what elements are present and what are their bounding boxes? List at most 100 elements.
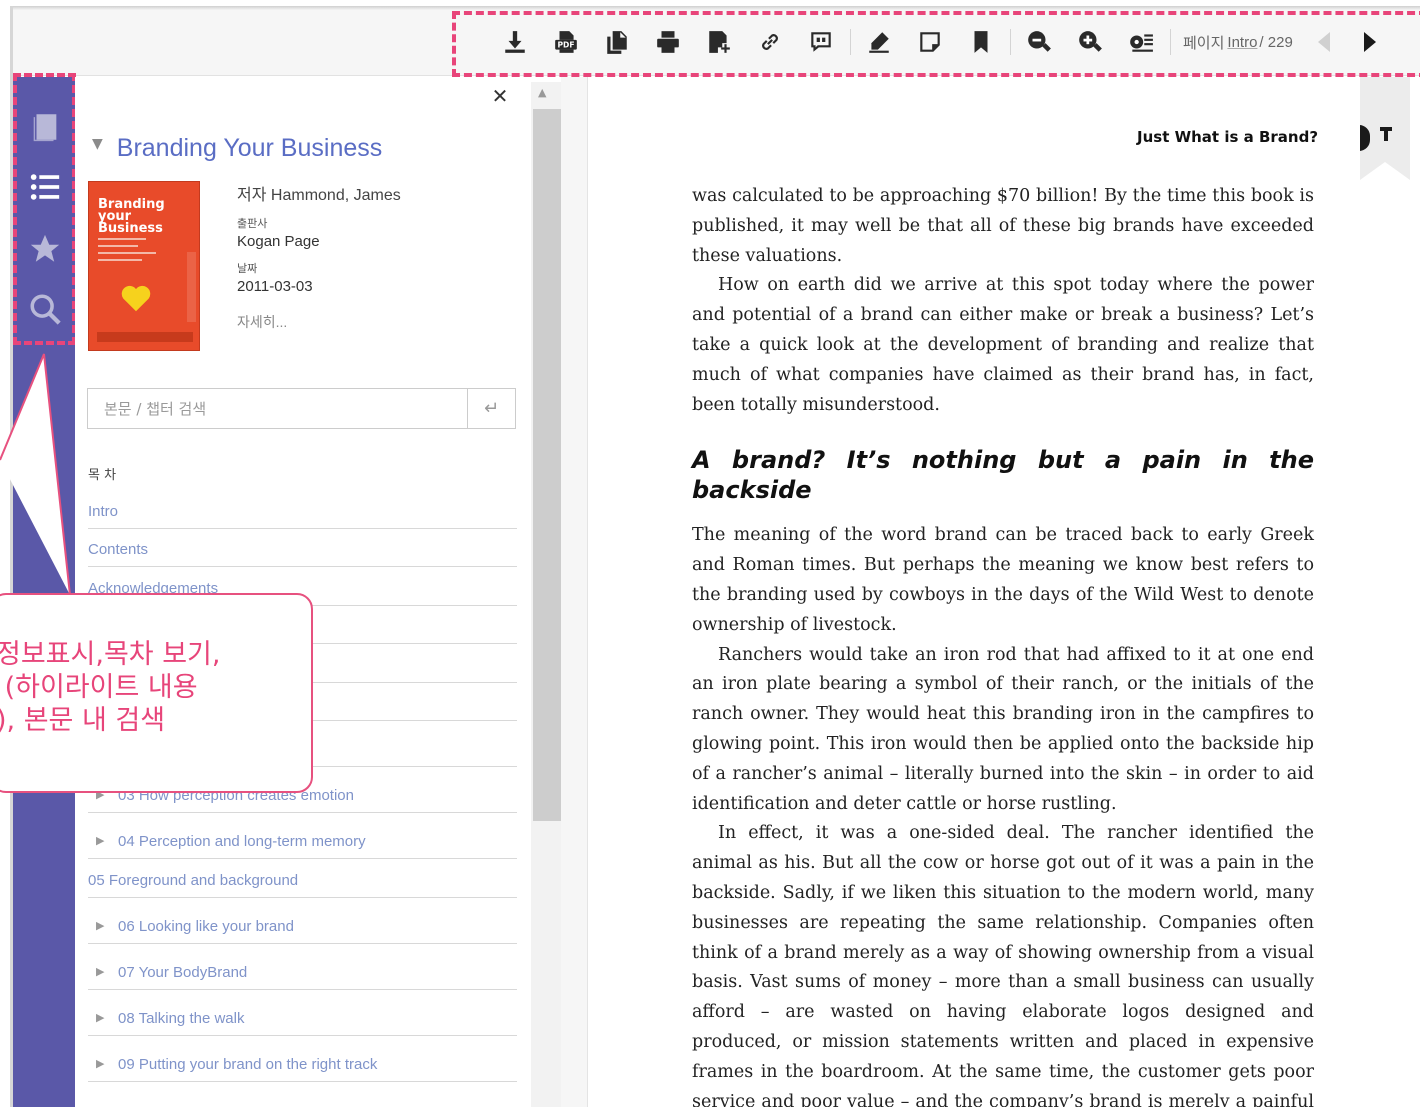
publisher: Kogan Page <box>237 233 320 250</box>
toc-item-label: 09 Putting your brand on the right track <box>118 1055 378 1073</box>
toc-item[interactable]: Intro <box>88 490 517 529</box>
add-note-icon <box>709 31 730 53</box>
enter-icon: ↵ <box>483 398 500 419</box>
expand-icon[interactable]: ▶ <box>96 1057 105 1070</box>
book-title: Branding Your Business <box>116 134 383 162</box>
zoom-out-button[interactable] <box>1019 24 1059 60</box>
quote-button[interactable] <box>801 24 841 60</box>
reader-toolbar: PDF 페이지 Intro / 229 <box>495 24 1389 60</box>
expand-icon[interactable]: ▶ <box>96 1011 105 1024</box>
print-icon <box>657 31 679 53</box>
copy-button[interactable] <box>597 24 637 60</box>
previous-page-button[interactable] <box>1305 24 1343 60</box>
toc-item[interactable]: ▶ 08 Talking the walk <box>88 990 517 1036</box>
zoom-in-button[interactable] <box>1070 24 1110 60</box>
page-total: / 229 <box>1259 33 1293 51</box>
section-heading: A brand? It’s nothing but a pain in the … <box>692 446 1314 505</box>
expand-icon[interactable]: ▶ <box>96 834 105 847</box>
pdf-button[interactable]: PDF <box>546 24 586 60</box>
search-panel-button[interactable] <box>25 289 65 329</box>
zoom-out-icon <box>1028 31 1051 52</box>
cover-footer <box>97 332 193 342</box>
page-indicator[interactable]: 페이지 Intro / 229 <box>1183 32 1293 53</box>
book-title-row[interactable]: ▼ Branding Your Business <box>92 134 382 163</box>
search-icon <box>30 294 61 325</box>
details-link[interactable]: 자세히... <box>237 312 401 332</box>
next-page-button[interactable] <box>1351 24 1389 60</box>
bookmark-icon <box>974 31 988 53</box>
favorites-button[interactable] <box>25 229 65 269</box>
toc-item[interactable]: ▶ 04 Perception and long-term memory <box>88 813 517 859</box>
paragraph: Ranchers would take an iron rod that had… <box>692 644 1314 814</box>
svg-text:PDF: PDF <box>557 40 574 49</box>
running-head: Just What is a Brand? <box>1137 128 1319 146</box>
toc-item[interactable]: ▶ 07 Your BodyBrand <box>88 944 517 990</box>
date-label: 날짜 <box>237 263 258 275</box>
book-meta: 저자 Hammond, James 출판사 Kogan Page 날짜 2011… <box>237 181 401 332</box>
paragraph: was calculated to be approaching $70 bil… <box>692 186 1314 266</box>
toc-item[interactable]: Contents <box>88 529 517 567</box>
paragraph: In effect, it was a one-sided deal. The … <box>692 823 1314 1107</box>
highlight-button[interactable] <box>859 24 899 60</box>
toc-item-label: 05 Foreground and background <box>88 871 299 889</box>
toc-item-label: Contents <box>88 541 149 558</box>
toc-item-label: 07 Your BodyBrand <box>118 963 248 981</box>
author: 저자 Hammond, James <box>237 187 401 204</box>
toc-item[interactable]: ▶ 09 Putting your brand on the right trac… <box>88 1036 517 1082</box>
cover-title: Branding your Business <box>98 197 165 236</box>
expand-icon[interactable]: ▶ <box>96 965 105 978</box>
publish-date: 2011-03-03 <box>237 278 313 295</box>
toolbar-separator <box>1010 29 1011 55</box>
memo-button[interactable] <box>910 24 950 60</box>
toc-button[interactable] <box>25 167 65 207</box>
toc-heading: 목 차 <box>88 468 117 483</box>
star-icon <box>30 234 60 262</box>
zoom-in-icon <box>1079 31 1102 52</box>
triangle-left-icon <box>1317 32 1330 52</box>
page-label: 페이지 <box>1183 34 1225 52</box>
cover-spine <box>187 252 196 322</box>
toolbar-separator <box>850 29 851 55</box>
search-submit-button[interactable]: ↵ <box>467 389 515 428</box>
copy-icon <box>607 31 627 54</box>
memo-icon <box>920 32 940 52</box>
add-note-button[interactable] <box>699 24 739 60</box>
book-cover: Branding your Business <box>88 181 200 351</box>
expand-icon[interactable]: ▶ <box>96 919 105 932</box>
view-settings-icon <box>1130 34 1153 52</box>
callout-pointer <box>0 353 71 596</box>
pdf-icon: PDF <box>555 31 577 53</box>
toc-item[interactable]: 05 Foreground and background <box>88 859 517 898</box>
heart-icon <box>121 285 151 312</box>
callout-text: 정보표시,목차 보기, (하이라이트 내용 ), 본문 내 검색 <box>0 639 221 736</box>
scroll-up-icon[interactable]: ▲ <box>538 86 546 99</box>
download-button[interactable] <box>495 24 535 60</box>
toc-item[interactable]: ▶ 06 Looking like your brand <box>88 898 517 944</box>
link-icon <box>762 34 778 50</box>
caret-down-icon: ▼ <box>92 135 103 152</box>
book-info-icon <box>33 114 57 142</box>
quote-icon <box>811 32 831 52</box>
paragraph: The meaning of the word brand can be tra… <box>692 525 1314 635</box>
close-icon: ✕ <box>491 84 509 108</box>
scrollbar-thumb[interactable] <box>533 109 561 821</box>
cover-lines <box>98 238 156 266</box>
link-button[interactable] <box>750 24 790 60</box>
page-gutter <box>561 77 588 1107</box>
close-panel-button[interactable]: ✕ <box>488 84 512 108</box>
current-page[interactable]: Intro <box>1227 34 1257 51</box>
print-button[interactable] <box>648 24 688 60</box>
paragraph: How on earth did we arrive at this spot … <box>692 275 1314 415</box>
toc-item-label: 06 Looking like your brand <box>118 917 294 935</box>
bookmark-button[interactable] <box>961 24 1001 60</box>
content-search: ↵ <box>87 388 516 429</box>
search-input[interactable] <box>88 389 467 428</box>
bookmark-toggle[interactable] <box>1360 77 1410 180</box>
download-icon <box>505 31 525 53</box>
highlight-icon <box>869 32 889 53</box>
page-body: was calculated to be approaching $70 bil… <box>692 182 1314 1107</box>
publisher-label: 출판사 <box>237 218 268 230</box>
triangle-right-icon <box>1363 32 1376 52</box>
view-settings-button[interactable] <box>1121 24 1161 60</box>
book-info-button[interactable] <box>25 107 65 147</box>
